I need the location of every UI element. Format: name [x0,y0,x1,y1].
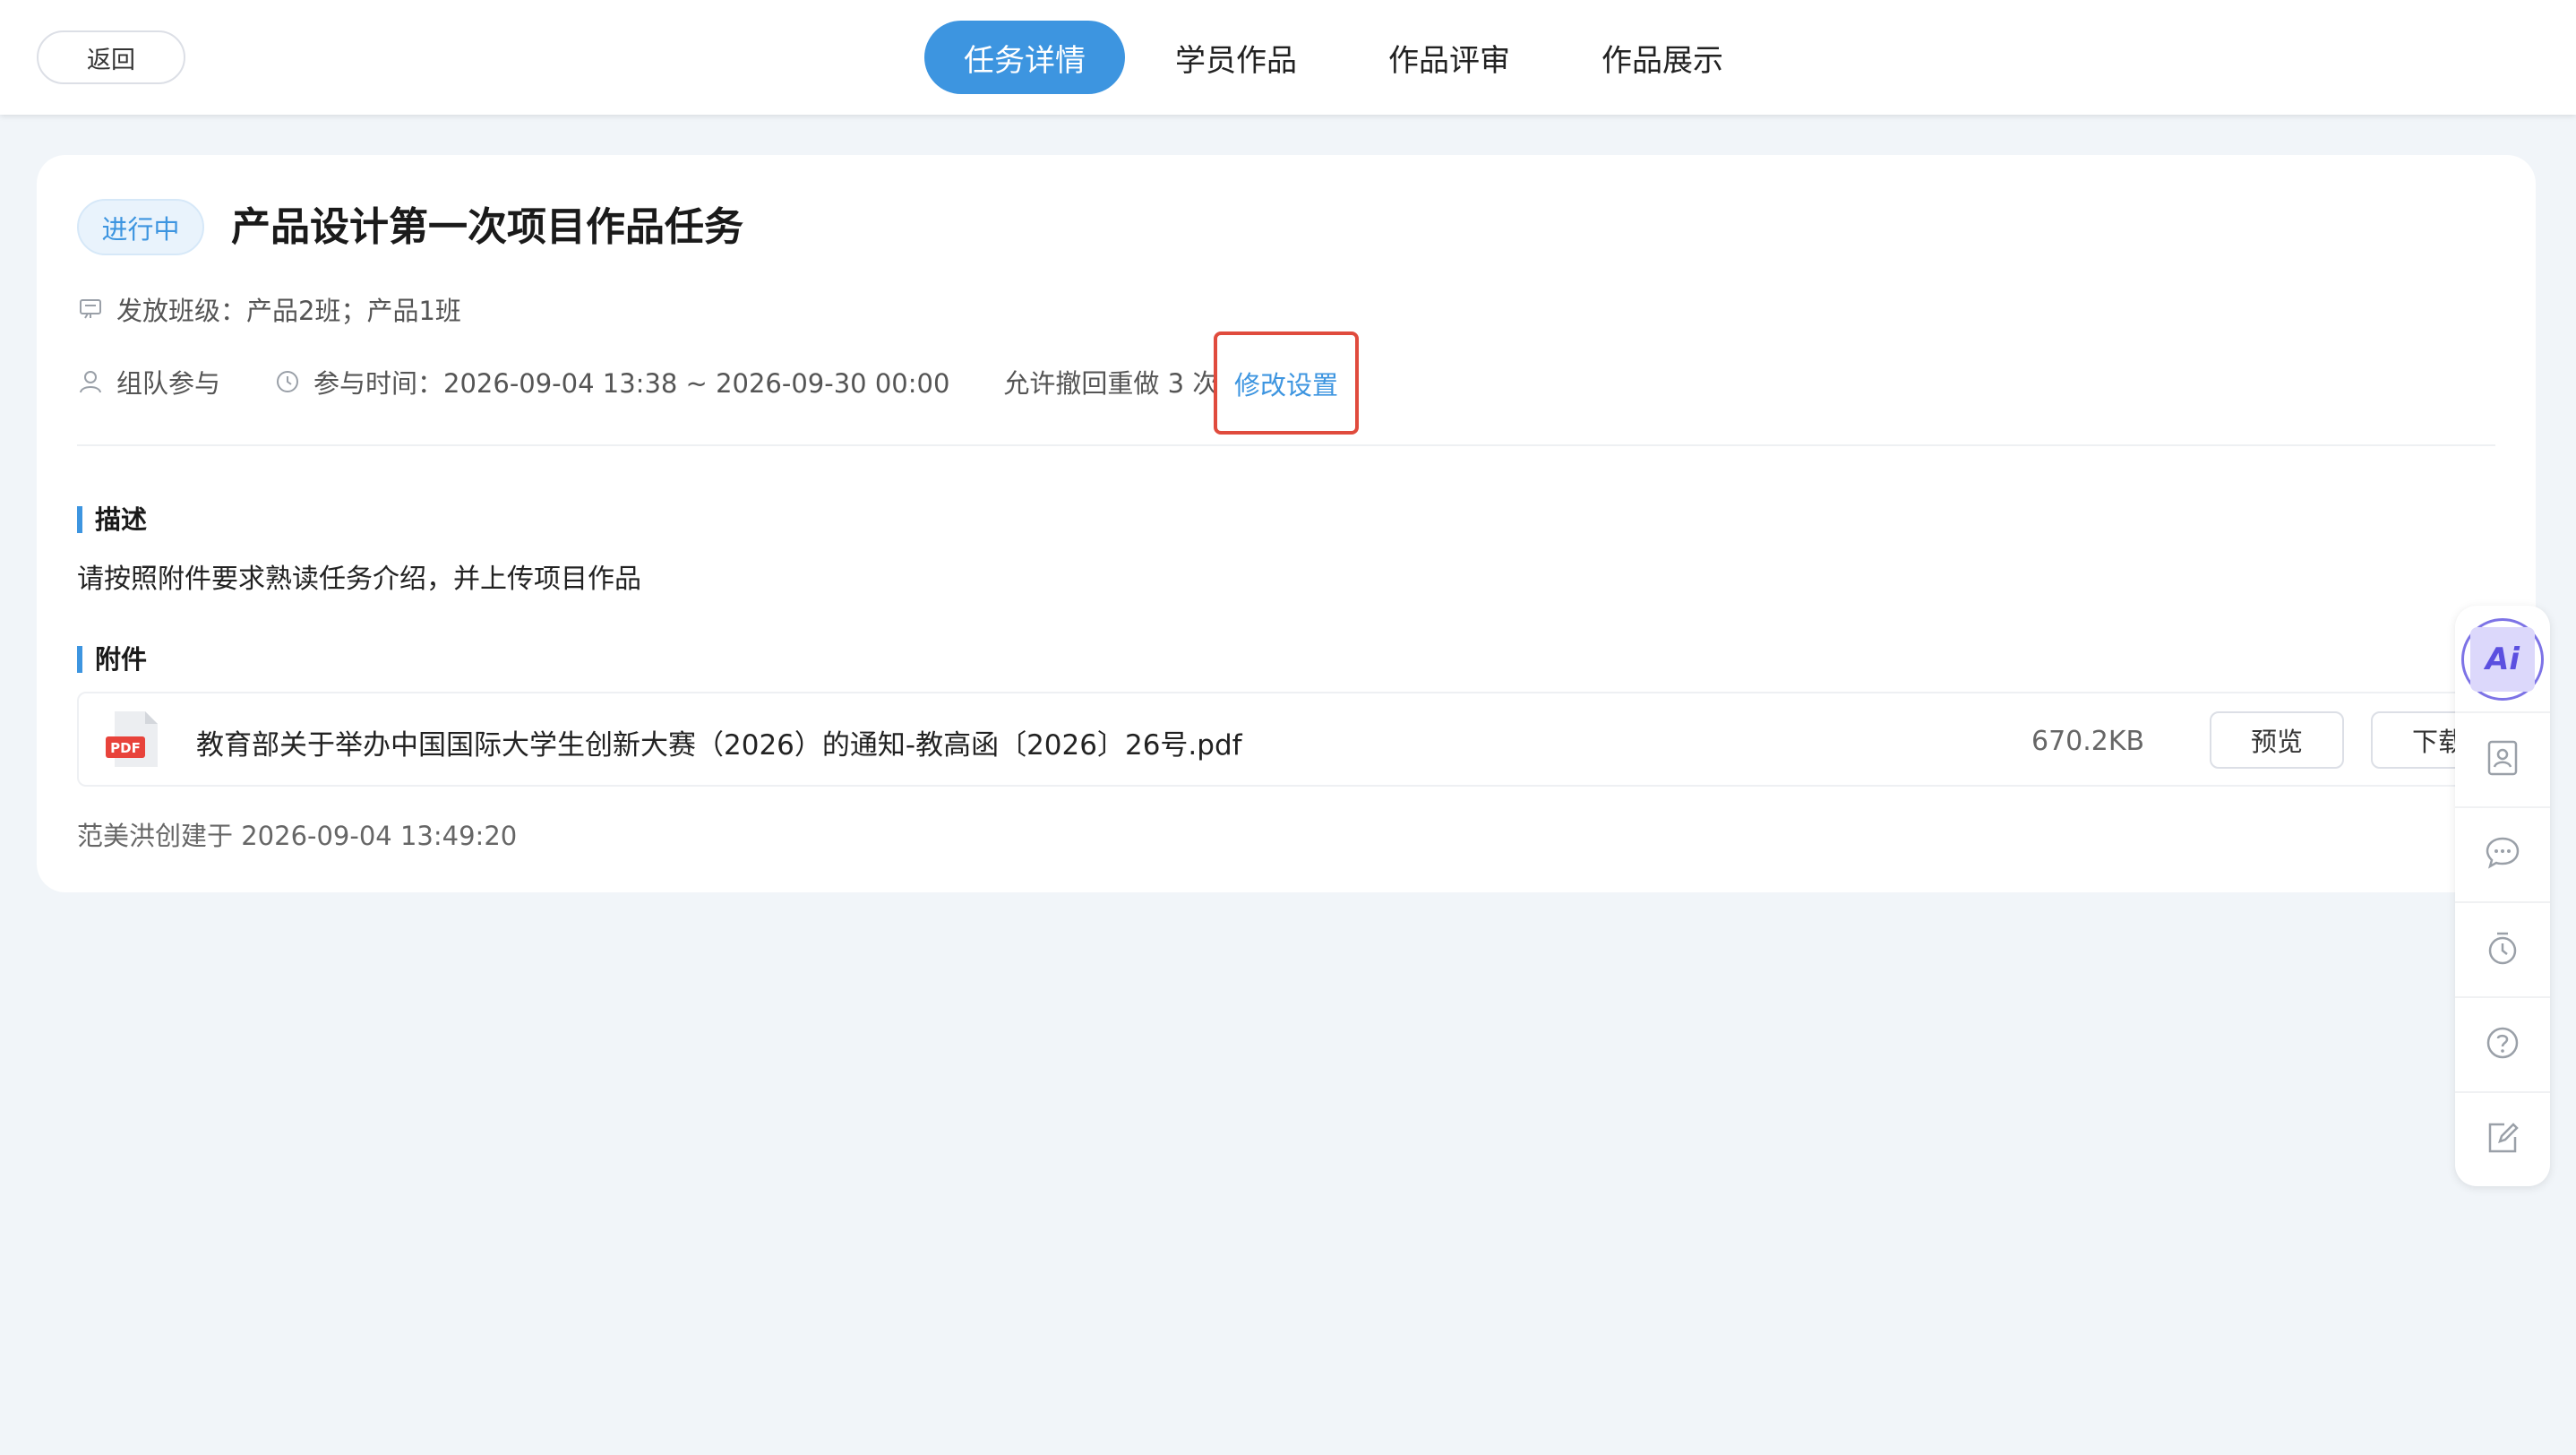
user-icon [77,368,104,395]
description-text: 请按照附件要求熟读任务介绍，并上传项目作品 [77,564,641,595]
pdf-label: PDF [110,740,141,756]
tab-task-details[interactable]: 任务详情 [924,21,1125,94]
attachments-heading: 附件 [77,646,147,673]
contact-card-button[interactable] [2455,713,2550,806]
timer-icon [2483,928,2522,971]
side-tool-dock: Ai [2455,606,2550,1186]
contact-card-icon [2483,738,2522,781]
class-icon [77,296,104,323]
status-badge: 进行中 [77,199,204,255]
task-title: 产品设计第一次项目作品任务 [231,204,743,250]
edit-icon [2483,1118,2522,1161]
description-heading: 描述 [77,506,147,533]
tab-bar: 任务详情 学员作品 作品评审 作品展示 [924,21,1773,94]
team-info: 组队参与 [77,363,220,400]
tab-work-review[interactable]: 作品评审 [1347,21,1551,94]
ai-assistant-button[interactable]: Ai [2455,613,2550,706]
tab-student-works[interactable]: 学员作品 [1134,21,1338,94]
back-button[interactable]: 返回 [37,30,185,84]
class-text: 发放班级：产品2班；产品1班 [116,296,461,326]
tab-work-showcase[interactable]: 作品展示 [1560,21,1765,94]
team-text: 组队参与 [116,368,221,399]
clock-icon [274,368,301,395]
chat-button[interactable] [2455,808,2550,901]
ai-label: Ai [2470,627,2535,692]
edit-settings-link[interactable]: 修改设置 [1214,331,1359,435]
timer-button[interactable] [2455,903,2550,996]
chat-icon [2483,833,2522,876]
help-button[interactable] [2455,998,2550,1091]
attachment-file-size: 670.2KB [2031,726,2145,757]
meta-info-row: 组队参与 参与时间：2026-09-04 13:38 ~ 2026-09-30 … [77,364,1272,400]
top-bar: 返回 任务详情 学员作品 作品评审 作品展示 [0,0,2576,115]
redo-info: 允许撤回重做 3 次 [1003,363,1218,400]
redo-text: 允许撤回重做 3 次 [1003,368,1219,399]
preview-button[interactable]: 预览 [2210,711,2344,769]
attachment-item: PDF 教育部关于举办中国国际大学生创新大赛（2026）的通知-教高函〔2026… [77,692,2513,787]
class-row: 发放班级：产品2班；产品1班 [77,291,461,327]
task-detail-card: 进行中 产品设计第一次项目作品任务 发放班级：产品2班；产品1班 组队参与 参与… [37,155,2536,892]
time-info: 参与时间：2026-09-04 13:38 ~ 2026-09-30 00:00 [274,363,949,400]
help-icon [2483,1023,2522,1066]
created-by-text: 范美洪创建于 2026-09-04 13:49:20 [77,821,518,851]
pdf-file-icon: PDF [106,710,161,769]
ai-assistant-icon: Ai [2461,618,2544,701]
edit-button[interactable] [2455,1093,2550,1186]
attachment-file-name[interactable]: 教育部关于举办中国国际大学生创新大赛（2026）的通知-教高函〔2026〕26号… [196,722,1242,762]
divider [77,444,2495,446]
time-text: 参与时间：2026-09-04 13:38 ~ 2026-09-30 00:00 [313,368,950,399]
